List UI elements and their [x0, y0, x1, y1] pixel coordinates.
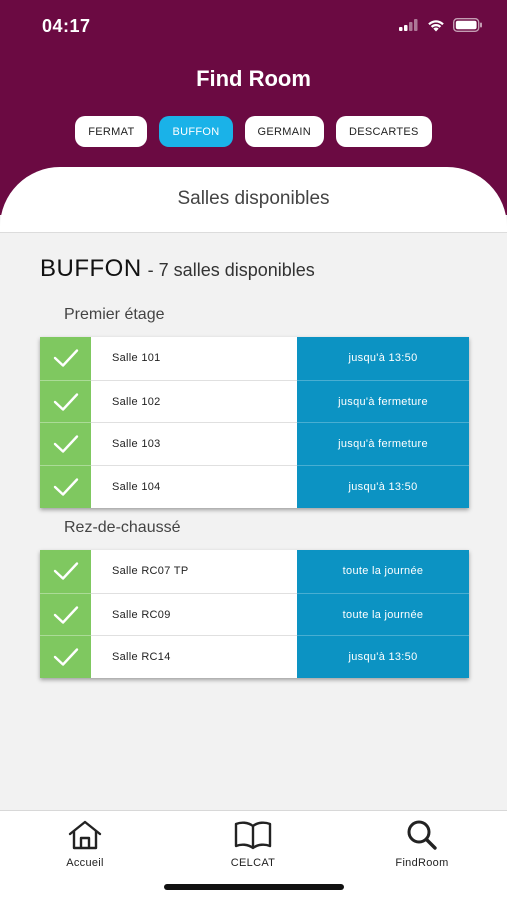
search-icon [407, 820, 437, 850]
check-icon [40, 465, 91, 508]
book-icon [234, 821, 272, 850]
room-row[interactable]: Salle RC07 TP toute la journée [40, 550, 469, 593]
room-availability: jusqu'à 13:50 [297, 337, 469, 380]
nav-label: CELCAT [230, 857, 276, 869]
room-row[interactable]: Salle 101 jusqu'à 13:50 [40, 337, 469, 380]
page-subtitle: Salles disponibles [177, 188, 330, 209]
floor-label: Rez-de-chaussé [64, 519, 181, 536]
nav-label: Accueil [66, 857, 104, 869]
cellular-signal-icon [399, 19, 418, 31]
room-name: Salle RC14 [91, 635, 297, 678]
room-row[interactable]: Salle 102 jusqu'à fermeture [40, 379, 469, 423]
room-list: Salle 101 jusqu'à 13:50 Salle 102 jusqu'… [40, 337, 469, 508]
tab-fermat[interactable]: FERMAT [75, 116, 148, 147]
room-row[interactable]: Salle RC14 jusqu'à 13:50 [40, 635, 469, 679]
home-icon [68, 820, 102, 850]
room-name: Salle RC07 TP [112, 565, 189, 578]
status-icons [399, 18, 483, 32]
check-icon [40, 337, 91, 380]
building-name: BUFFON [40, 255, 142, 282]
floor-label: Premier étage [64, 306, 165, 323]
nav-item-celcat[interactable]: CELCAT [193, 819, 313, 869]
battery-icon [453, 18, 482, 32]
room-list: Salle RC07 TP toute la journée Salle RC0… [40, 550, 469, 679]
check-icon [40, 379, 91, 423]
room-name: Salle 102 [91, 379, 297, 423]
status-bar: 04:17 [0, 0, 507, 52]
room-name: Salle 103 [91, 422, 297, 465]
room-name: Salle 101 [112, 352, 161, 365]
room-row[interactable]: Salle 104 jusqu'à 13:50 [40, 465, 469, 508]
check-icon [40, 592, 91, 636]
screen: 04:17 Find Room FERMAT BUFFON GERMAIN DE… [0, 0, 507, 900]
building-heading: BUFFON - 7 salles disponibles [40, 255, 315, 283]
status-time: 04:17 [42, 16, 91, 36]
wifi-icon [428, 19, 444, 31]
room-availability: toute la journée [297, 592, 469, 636]
room-name: Salle RC09 [91, 592, 297, 636]
room-row[interactable]: Salle RC09 toute la journée [40, 592, 469, 636]
room-availability: jusqu'à fermeture [297, 379, 469, 423]
room-availability: jusqu'à 13:50 [297, 465, 469, 508]
nav-item-findroom[interactable]: FindRoom [362, 819, 482, 869]
room-name: Salle 104 [91, 465, 297, 508]
room-row[interactable]: Salle 103 jusqu'à fermeture [40, 422, 469, 466]
check-icon [40, 550, 91, 593]
nav-item-accueil[interactable]: Accueil [25, 819, 145, 869]
room-availability: jusqu'à fermeture [297, 422, 469, 466]
home-indicator[interactable] [164, 884, 344, 890]
tab-buffon[interactable]: BUFFON [159, 116, 233, 147]
tab-germain[interactable]: GERMAIN [244, 116, 324, 147]
available-count: - 7 salles disponibles [147, 260, 315, 280]
nav-label: FindRoom [395, 857, 449, 869]
room-availability: jusqu'à 13:50 [297, 635, 469, 679]
subtitle-panel: Salles disponibles [0, 167, 507, 233]
building-tabs: FERMAT BUFFON GERMAIN DESCARTES [0, 116, 507, 147]
check-icon [40, 422, 91, 466]
tab-descartes[interactable]: DESCARTES [335, 116, 432, 147]
room-availability: toute la journée [297, 550, 469, 593]
app-title: Find Room [196, 66, 311, 91]
check-icon [40, 635, 91, 679]
